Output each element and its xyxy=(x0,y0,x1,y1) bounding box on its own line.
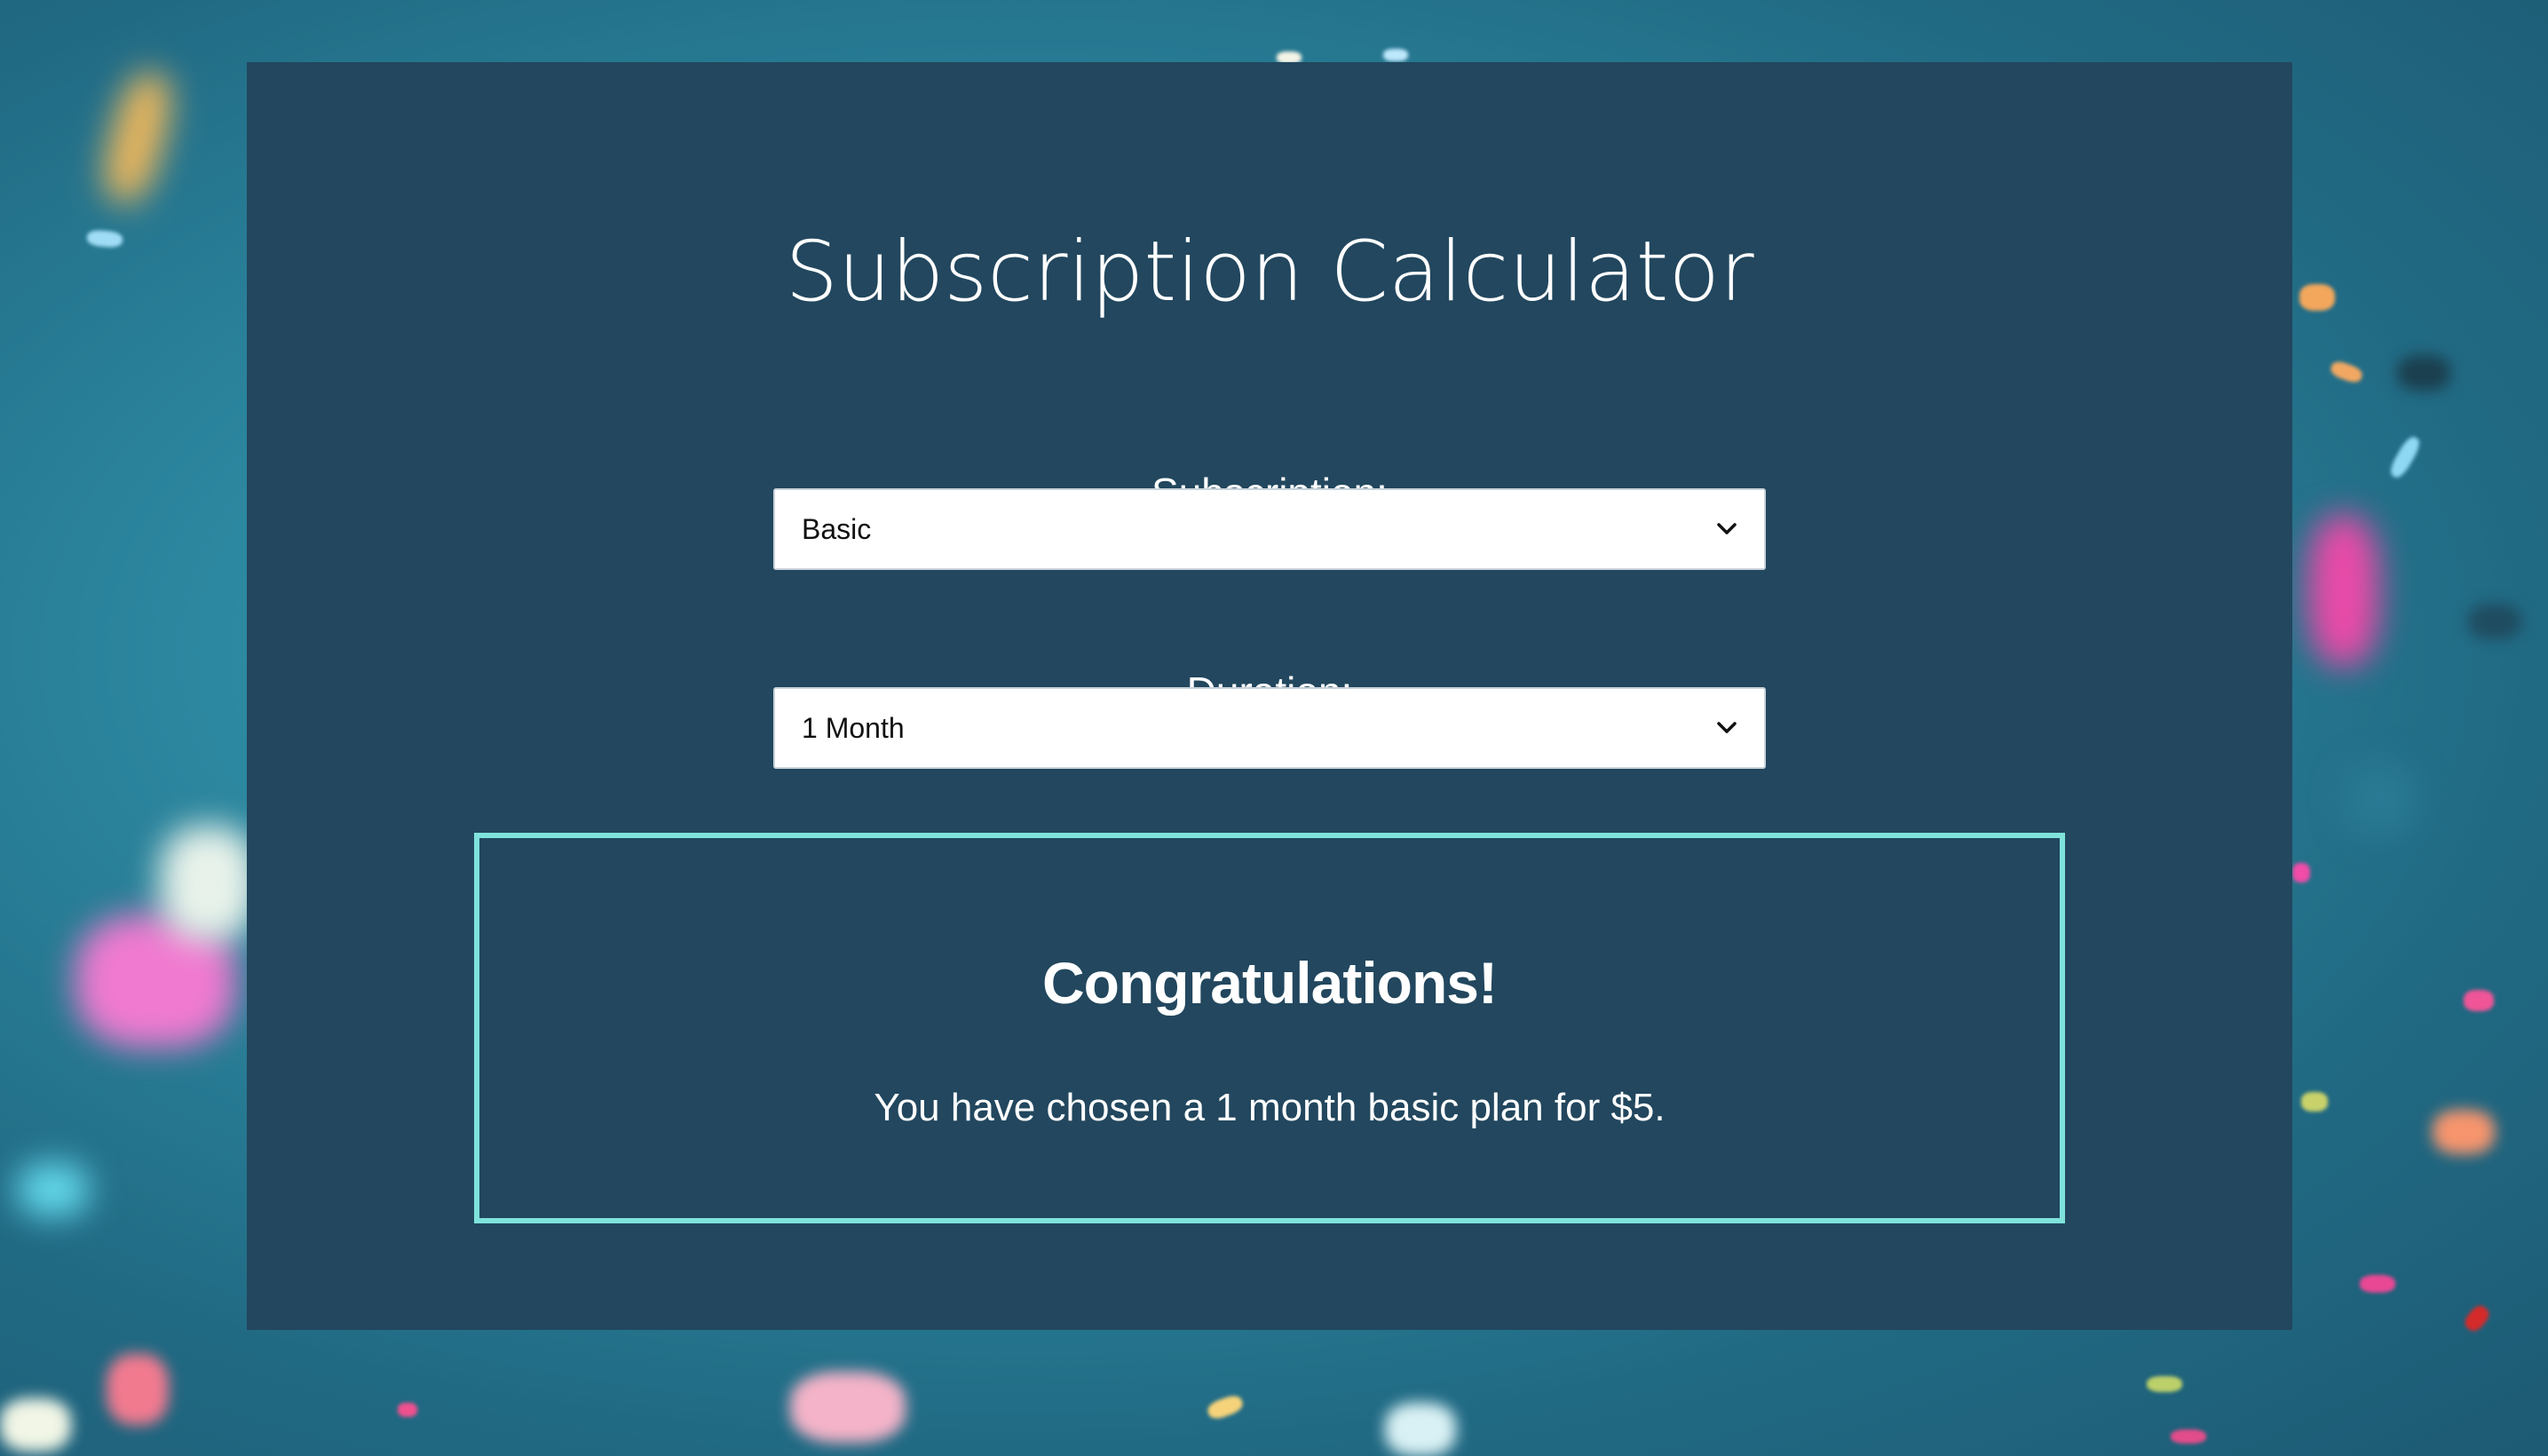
confetti-piece xyxy=(94,66,181,210)
confetti-piece xyxy=(1205,1392,1246,1422)
confetti-piece xyxy=(2292,863,2310,882)
confetti-piece xyxy=(790,1372,906,1443)
confetti-piece xyxy=(107,1354,169,1425)
result-box: Congratulations! You have chosen a 1 mon… xyxy=(474,833,2065,1223)
confetti-piece xyxy=(1385,1403,1456,1456)
confetti-piece xyxy=(2468,604,2521,639)
confetti-piece xyxy=(2397,355,2450,391)
confetti-piece xyxy=(2171,1429,2206,1444)
confetti-piece xyxy=(2386,433,2424,481)
result-heading: Congratulations! xyxy=(1042,950,1498,1016)
duration-select[interactable]: 1 Month xyxy=(773,687,1766,769)
confetti-piece xyxy=(2464,990,2494,1011)
confetti-piece xyxy=(2344,764,2415,835)
confetti-piece xyxy=(0,1398,71,1452)
subscription-selected-value: Basic xyxy=(802,512,872,545)
calculator-panel: Subscription Calculator Subscription: Ba… xyxy=(247,62,2292,1330)
confetti-piece xyxy=(75,914,235,1048)
confetti-piece xyxy=(2308,515,2379,666)
chevron-down-icon xyxy=(1716,518,1737,540)
confetti-piece xyxy=(2299,284,2335,311)
duration-selected-value: 1 Month xyxy=(802,711,905,744)
confetti-piece xyxy=(2461,1302,2493,1334)
confetti-piece xyxy=(2301,1092,2328,1112)
confetti-piece xyxy=(2147,1376,2182,1392)
page-title: Subscription Calculator xyxy=(785,224,1754,320)
confetti-piece xyxy=(86,229,123,249)
confetti-piece xyxy=(2329,359,2364,385)
confetti-piece xyxy=(2360,1275,2395,1293)
result-message: You have chosen a 1 month basic plan for… xyxy=(874,1086,1666,1129)
chevron-down-icon xyxy=(1716,717,1737,739)
confetti-piece xyxy=(160,826,257,941)
subscription-select[interactable]: Basic xyxy=(773,488,1766,570)
confetti-piece xyxy=(1383,49,1408,61)
confetti-piece xyxy=(398,1403,417,1417)
confetti-piece xyxy=(2433,1110,2495,1154)
confetti-piece xyxy=(18,1163,89,1216)
